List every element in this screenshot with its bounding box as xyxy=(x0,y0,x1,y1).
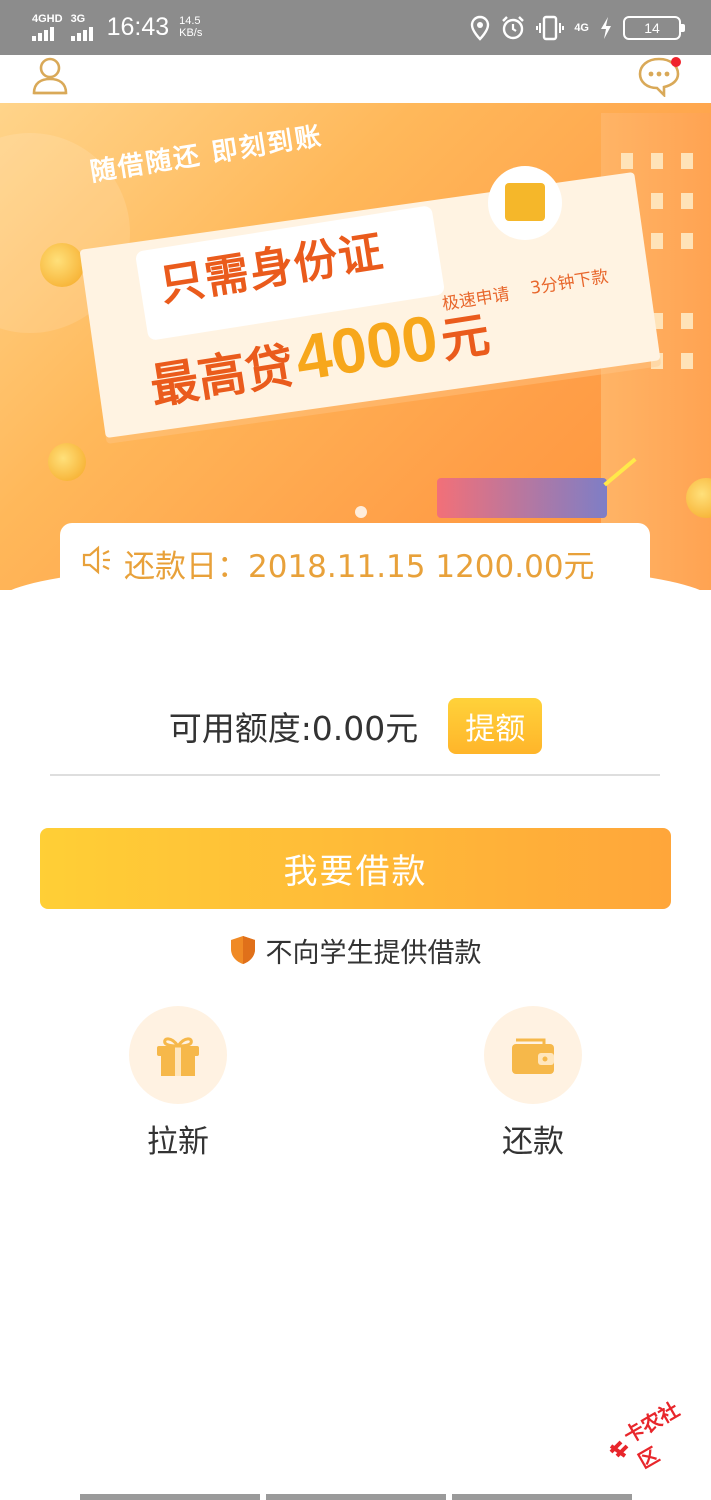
student-notice-text: 不向学生提供借款 xyxy=(265,937,482,969)
network-speed: 14.5 KB/s xyxy=(179,15,202,39)
feature-invite[interactable]: 拉新 xyxy=(113,1006,243,1161)
feature-repay-circle xyxy=(484,1006,582,1104)
location-icon xyxy=(471,15,490,41)
divider xyxy=(50,774,660,776)
repayment-notice[interactable]: 还款日：2018.11.15 1200.00元 xyxy=(60,523,650,598)
signal-4g: 4GHD xyxy=(32,12,63,41)
signal-bars-icon xyxy=(32,26,54,41)
available-quota: 可用额度:0.00元 提额 xyxy=(0,697,711,755)
wallet-icon xyxy=(512,1038,554,1074)
status-time: 16:43 xyxy=(106,12,170,41)
notice-text: 还款日：2018.11.15 1200.00元 xyxy=(124,549,595,585)
raise-quota-button[interactable]: 提额 xyxy=(448,698,543,754)
feature-repay[interactable]: 还款 xyxy=(468,1006,598,1161)
carousel-dot[interactable] xyxy=(355,506,367,518)
speaker-icon xyxy=(82,545,110,575)
feature-invite-label: 拉新 xyxy=(147,1124,209,1160)
feature-repay-label: 还款 xyxy=(502,1124,564,1160)
battery-icon: 14 xyxy=(623,16,685,40)
status-left: 4GHD 3G 16:43 14.5 KB/s xyxy=(32,10,202,44)
alarm-icon xyxy=(502,16,525,40)
student-notice: 不向学生提供借款 xyxy=(0,930,711,970)
app-header xyxy=(0,55,711,103)
unread-dot xyxy=(671,57,681,67)
coin-icon xyxy=(48,443,86,481)
network-speed-unit: KB/s xyxy=(179,27,203,39)
network-speed-value: 14.5 xyxy=(179,15,201,27)
battery-level: 14 xyxy=(644,20,660,36)
status-bar: 4GHD 3G 16:43 14.5 KB/s 4G 14 xyxy=(0,0,711,55)
signal-bars-icon xyxy=(70,26,93,41)
signal-4g-right: 4G xyxy=(574,22,589,34)
quota-text: 可用额度:0.00元 xyxy=(168,709,419,748)
signal-4g-label: 4GHD xyxy=(32,12,63,25)
signal-3g-label: 3G xyxy=(70,12,86,25)
borrow-button[interactable]: 我要借款 xyxy=(40,828,671,909)
bottom-nav-indicator xyxy=(80,1494,632,1500)
charging-icon xyxy=(601,17,611,39)
shield-icon xyxy=(230,936,255,964)
feature-invite-circle xyxy=(129,1006,227,1104)
calendar-icon-inner xyxy=(505,183,545,221)
signal-3g: 3G xyxy=(70,12,93,41)
coin-icon xyxy=(40,243,84,287)
vibrate-icon xyxy=(536,15,565,41)
bank-card-illustration xyxy=(437,478,607,518)
user-icon[interactable] xyxy=(30,55,70,97)
gift-icon xyxy=(157,1037,199,1076)
status-right: 4G 14 xyxy=(470,12,685,44)
